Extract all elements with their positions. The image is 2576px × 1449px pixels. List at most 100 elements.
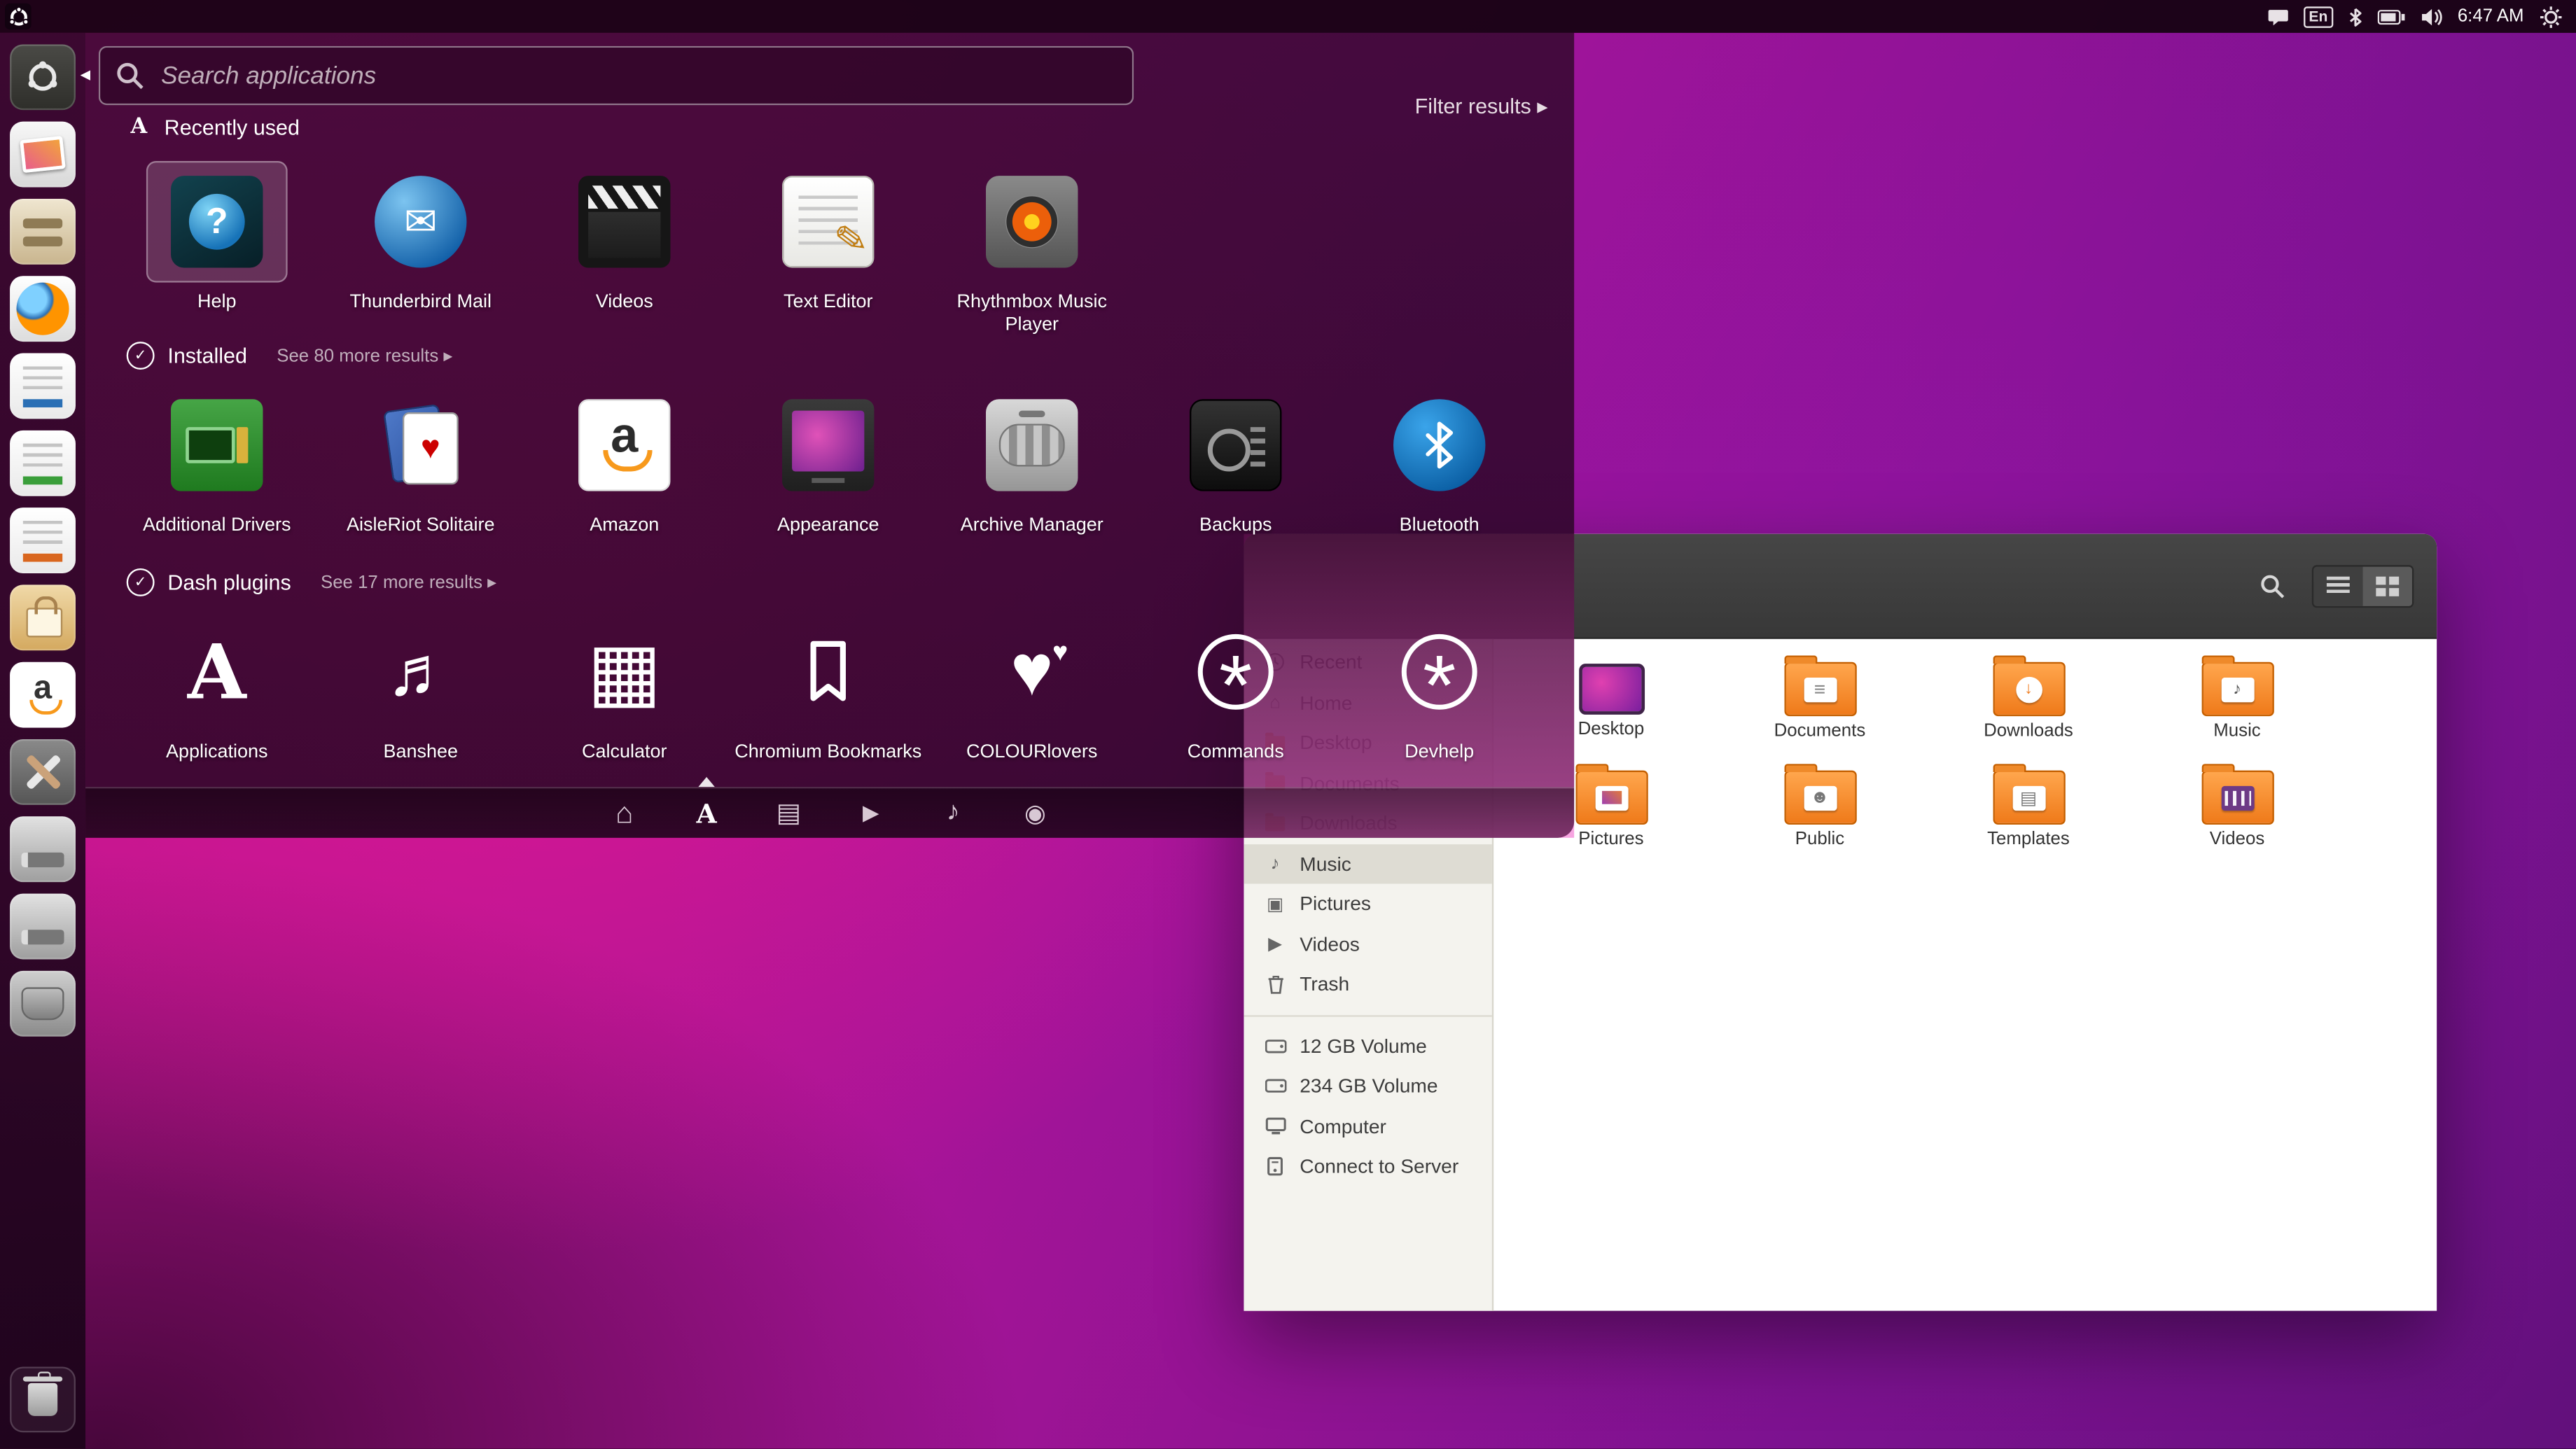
- commands-icon: [1190, 626, 1281, 718]
- launcher-libreoffice-writer[interactable]: [10, 354, 76, 419]
- dash-plugin-banshee[interactable]: Banshee: [319, 611, 522, 764]
- appearance-icon: [782, 399, 874, 491]
- volume-indicator[interactable]: [2420, 8, 2443, 26]
- lens-bar: [85, 787, 1574, 838]
- aisleriot-icon: [375, 399, 466, 491]
- folder-grid: Desktop Documents Downloads Music Pictur…: [1494, 639, 2437, 1311]
- session-indicator[interactable]: [2539, 4, 2563, 29]
- sidebar-item-volume-12gb[interactable]: 12 GB Volume: [1244, 1026, 1491, 1066]
- folder-public[interactable]: Public: [1715, 764, 1924, 862]
- messages-indicator[interactable]: [2268, 8, 2290, 26]
- ubuntu-logo[interactable]: [5, 4, 32, 30]
- templates-folder-icon: [1992, 771, 2064, 825]
- dash-app-archive-manager[interactable]: Archive Manager: [930, 384, 1134, 538]
- archive-manager-icon: [986, 399, 1078, 491]
- screen: Recent ⌂Home Desktop Documents Downloads…: [0, 0, 2576, 1449]
- battery-indicator[interactable]: [2377, 9, 2405, 24]
- battery-icon: [2377, 9, 2405, 24]
- dash-plugins-icon: [127, 568, 155, 596]
- sidebar-item-trash[interactable]: Trash: [1244, 965, 1491, 1004]
- dash-app-thunderbird[interactable]: Thunderbird Mail: [319, 161, 522, 338]
- amazon-icon: [578, 399, 670, 491]
- panel-indicators: En 6:47 AM: [2268, 4, 2576, 29]
- music-icon: ♪: [1264, 854, 1287, 874]
- dash-app-backups[interactable]: Backups: [1134, 384, 1337, 538]
- dash-plugin-chromium-bookmarks[interactable]: Chromium Bookmarks: [726, 611, 930, 764]
- lens-home-icon[interactable]: [597, 788, 653, 837]
- backups-icon: [1190, 399, 1281, 491]
- heart-icon: [986, 626, 1078, 718]
- dash-app-additional-drivers[interactable]: Additional Drivers: [115, 384, 319, 538]
- sidebar-item-pictures[interactable]: ▣Pictures: [1244, 884, 1491, 924]
- launcher-dash-home[interactable]: [10, 44, 76, 110]
- clock[interactable]: 6:47 AM: [2458, 6, 2524, 26]
- folder-downloads[interactable]: Downloads: [1924, 655, 2133, 754]
- launcher-amazon[interactable]: [10, 662, 76, 728]
- dash-app-rhythmbox[interactable]: Rhythmbox Music Player: [930, 161, 1134, 338]
- list-view-button[interactable]: [2313, 566, 2362, 605]
- launcher-system-settings[interactable]: [10, 739, 76, 805]
- search-input[interactable]: [158, 60, 1117, 92]
- launcher-libreoffice-impress[interactable]: [10, 507, 76, 573]
- dash-app-text-editor[interactable]: Text Editor: [726, 161, 930, 338]
- firefox-icon: [16, 283, 69, 335]
- launcher-volume-1[interactable]: [10, 816, 76, 882]
- launcher-volume-2[interactable]: [10, 894, 76, 960]
- search-button[interactable]: [2250, 564, 2296, 607]
- launcher-firefox[interactable]: [10, 276, 76, 342]
- dash-app-videos[interactable]: Videos: [522, 161, 726, 338]
- keyboard-indicator[interactable]: En: [2304, 6, 2332, 27]
- help-icon: [171, 176, 263, 267]
- volume-icon: [2420, 8, 2443, 26]
- dash-plugin-devhelp[interactable]: Devhelp: [1337, 611, 1541, 764]
- dash-app-aisleriot[interactable]: AisleRiot Solitaire: [319, 384, 522, 538]
- sidebar-item-computer[interactable]: Computer: [1244, 1107, 1491, 1147]
- documents-folder-icon: [1783, 662, 1856, 716]
- folder-documents[interactable]: Documents: [1715, 655, 1924, 754]
- bluetooth-indicator[interactable]: [2348, 6, 2362, 27]
- sidebar-item-videos[interactable]: ▶Videos: [1244, 924, 1491, 964]
- desktop-folder-icon: [1578, 664, 1644, 715]
- sidebar-item-volume-234gb[interactable]: 234 GB Volume: [1244, 1066, 1491, 1106]
- launcher-software-center[interactable]: [10, 584, 76, 650]
- dash-plugin-colourlovers[interactable]: COLOURlovers: [930, 611, 1134, 764]
- launcher-device[interactable]: [10, 971, 76, 1037]
- lens-photos-icon[interactable]: [1008, 788, 1064, 837]
- filter-results-link[interactable]: Filter results ▸: [1415, 94, 1548, 120]
- launcher-libreoffice-calc[interactable]: [10, 430, 76, 496]
- dash-plugin-commands[interactable]: Commands: [1134, 611, 1337, 764]
- see-more-installed[interactable]: See 80 more results ▸: [277, 345, 452, 367]
- sidebar-item-music[interactable]: ♪Music: [1244, 844, 1491, 883]
- section-header-dash-plugins: Dash plugins See 17 more results ▸: [127, 568, 496, 596]
- folder-templates[interactable]: Templates: [1924, 764, 2133, 862]
- grid-view-button[interactable]: [2363, 566, 2412, 605]
- desktop: Recent ⌂Home Desktop Documents Downloads…: [0, 0, 2576, 1449]
- devhelp-icon: [1393, 626, 1485, 718]
- plugins-row: Applications Banshee Calculator Chromium…: [115, 611, 1541, 764]
- dash-plugin-calculator[interactable]: Calculator: [522, 611, 726, 764]
- see-more-plugins[interactable]: See 17 more results ▸: [321, 572, 496, 594]
- dash-app-amazon[interactable]: Amazon: [522, 384, 726, 538]
- launcher-trash[interactable]: [10, 1366, 76, 1432]
- lens-files-icon[interactable]: [761, 788, 817, 837]
- lens-applications-icon[interactable]: [678, 788, 734, 837]
- launcher: [0, 33, 85, 1449]
- applications-lens-icon: [171, 626, 263, 718]
- drive-icon: [1264, 1078, 1287, 1094]
- dash-plugin-applications[interactable]: Applications: [115, 611, 319, 764]
- launcher-files[interactable]: [10, 199, 76, 265]
- dash-app-appearance[interactable]: Appearance: [726, 384, 930, 538]
- sidebar-item-connect-to-server[interactable]: Connect to Server: [1244, 1147, 1491, 1186]
- videos-icon: ▶: [1264, 934, 1287, 955]
- folder-videos[interactable]: Videos: [2133, 764, 2341, 862]
- lens-videos-icon[interactable]: [843, 788, 899, 837]
- dash-app-bluetooth[interactable]: Bluetooth: [1337, 384, 1541, 538]
- lens-music-icon[interactable]: [925, 788, 981, 837]
- bookmark-icon: [782, 626, 874, 718]
- section-header-recently-used: Recently used: [127, 115, 300, 139]
- dash-app-help[interactable]: Help: [115, 161, 319, 338]
- sidebar-separator: [1244, 1014, 1491, 1016]
- folder-music[interactable]: Music: [2133, 655, 2341, 754]
- banshee-icon: [375, 626, 466, 718]
- launcher-image-viewer[interactable]: [10, 122, 76, 188]
